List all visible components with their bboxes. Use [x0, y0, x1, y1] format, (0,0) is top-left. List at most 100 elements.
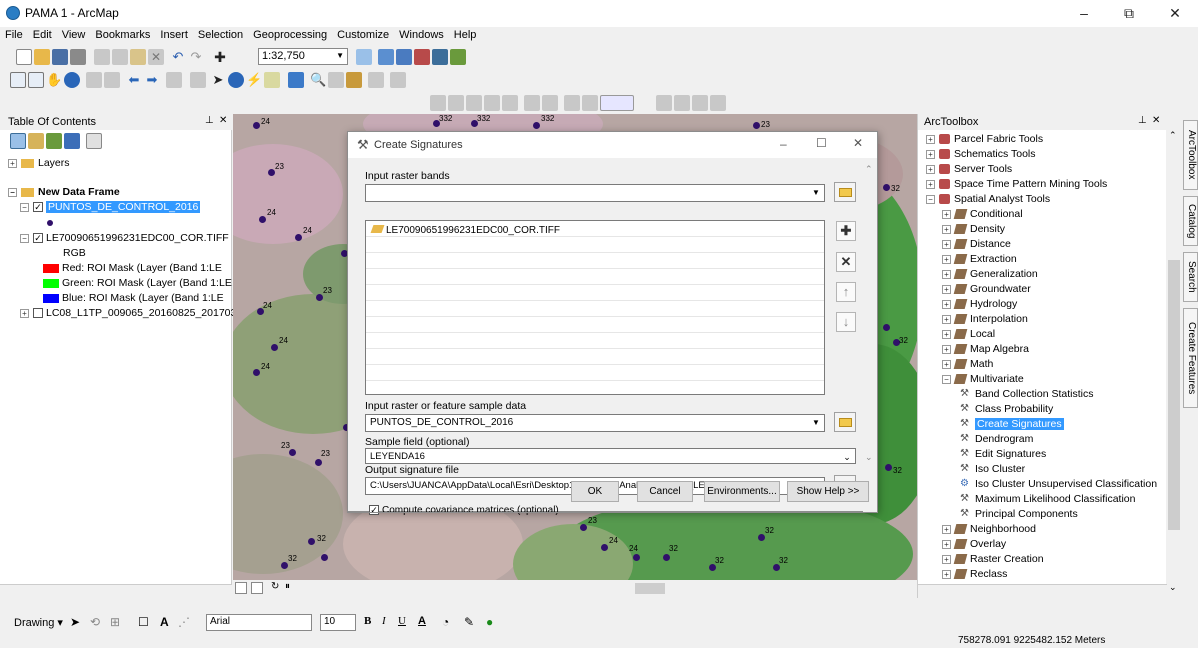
expand-icon[interactable]: +: [942, 314, 951, 324]
dialog-maximize-button[interactable]: ☐: [816, 136, 827, 150]
control-point[interactable]: [663, 554, 670, 561]
control-point[interactable]: [885, 464, 892, 471]
control-point[interactable]: [321, 554, 328, 561]
toolbox-item[interactable]: − Multivariate: [942, 372, 1024, 387]
scroll-up-icon[interactable]: ⌃: [865, 164, 873, 175]
fixed-zoom-out-icon[interactable]: [104, 72, 120, 88]
toc-layer-lc08[interactable]: + LC08_L1TP_009065_20160825_201703: [20, 305, 236, 321]
next-extent-icon[interactable]: [582, 95, 598, 111]
control-point[interactable]: [709, 564, 716, 571]
create-viewer-icon[interactable]: [390, 72, 406, 88]
layout-view-icon[interactable]: [251, 582, 263, 594]
previous-extent-icon[interactable]: [564, 95, 580, 111]
expand-icon[interactable]: +: [926, 149, 935, 159]
collapse-icon[interactable]: −: [20, 202, 29, 212]
add-item-button[interactable]: ✚: [836, 221, 856, 241]
python-icon[interactable]: [432, 49, 448, 65]
list-item[interactable]: [366, 333, 824, 349]
toolbox-scroll-thumb[interactable]: [1168, 260, 1180, 530]
expand-icon[interactable]: +: [942, 344, 951, 354]
zoom-whole-page-icon[interactable]: [484, 95, 500, 111]
full-extent-icon[interactable]: [64, 72, 80, 88]
toolbox-item[interactable]: ⚒ Dendrogram: [960, 432, 1033, 447]
environments-button[interactable]: Environments...: [704, 481, 780, 502]
print-icon[interactable]: [70, 49, 86, 65]
toolbox-horizontal-scrollbar[interactable]: [918, 584, 1168, 598]
covariance-checkbox[interactable]: ✓: [369, 505, 379, 516]
expand-icon[interactable]: +: [942, 284, 951, 294]
back-arrow-icon[interactable]: ⬅: [126, 72, 142, 88]
list-item[interactable]: [366, 349, 824, 365]
bold-icon[interactable]: B: [364, 615, 371, 627]
toolbox-item[interactable]: + Schematics Tools: [926, 147, 1036, 162]
table-icon[interactable]: [378, 49, 394, 65]
control-point[interactable]: [633, 554, 640, 561]
pin-icon[interactable]: ⊥: [205, 115, 214, 126]
raster-bands-list[interactable]: LE70090651996231EDC00_COR.TIFF: [365, 220, 825, 395]
menu-edit[interactable]: Edit: [28, 27, 57, 43]
toolbox-item[interactable]: + Reclass: [942, 567, 1007, 582]
tab-catalog[interactable]: Catalog: [1183, 196, 1198, 246]
toc-horizontal-scrollbar[interactable]: [0, 584, 232, 598]
expand-icon[interactable]: +: [8, 158, 17, 168]
tab-arctoolbox[interactable]: ArcToolbox: [1183, 120, 1198, 190]
menu-bookmarks[interactable]: Bookmarks: [90, 27, 155, 43]
marker-color-icon[interactable]: ●: [486, 615, 493, 629]
toolbox-item[interactable]: ⚒ Band Collection Statistics: [960, 387, 1093, 402]
control-point[interactable]: [315, 459, 322, 466]
toolbox-item[interactable]: + Hydrology: [942, 297, 1017, 312]
go-to-xy-icon[interactable]: [346, 72, 362, 88]
text-icon[interactable]: A: [160, 615, 169, 629]
zoom-100-icon[interactable]: [502, 95, 518, 111]
remove-item-button[interactable]: ✕: [836, 252, 856, 272]
move-up-button[interactable]: ↑: [836, 282, 856, 302]
map-scroll-thumb[interactable]: [635, 583, 665, 594]
expand-icon[interactable]: +: [942, 239, 951, 249]
list-item[interactable]: [366, 253, 824, 269]
expand-icon[interactable]: +: [926, 179, 935, 189]
toolbox-vertical-scrollbar[interactable]: ⌃ ⌄: [1167, 130, 1181, 598]
covariance-option[interactable]: ✓ Compute covariance matrices (optional): [369, 505, 559, 516]
menu-windows[interactable]: Windows: [394, 27, 449, 43]
zoom-selected-icon[interactable]: ⊞: [110, 615, 120, 629]
arctoolbox-icon[interactable]: [414, 49, 430, 65]
toolbox-item[interactable]: + Generalization: [942, 267, 1038, 282]
toc-close-icon[interactable]: ✕: [219, 115, 227, 126]
menu-file[interactable]: File: [0, 27, 28, 43]
expand-icon[interactable]: +: [942, 254, 951, 264]
new-document-icon[interactable]: [16, 49, 32, 65]
layout-zoom-in-icon[interactable]: [430, 95, 446, 111]
ok-button[interactable]: OK: [571, 481, 619, 502]
add-data-icon[interactable]: ✚: [212, 49, 228, 65]
toolbox-item[interactable]: + Conditional: [942, 207, 1023, 222]
expand-icon[interactable]: +: [942, 209, 951, 219]
font-size-combo[interactable]: 10: [320, 614, 356, 631]
sample-field-select[interactable]: LEYENDA16 ⌄: [365, 448, 856, 464]
toolbox-item[interactable]: + Server Tools: [926, 162, 1012, 177]
layout-pan-icon[interactable]: [466, 95, 482, 111]
menu-customize[interactable]: Customize: [332, 27, 394, 43]
rotate-icon[interactable]: ⟲: [90, 615, 100, 629]
expand-icon[interactable]: +: [942, 524, 951, 534]
expand-icon[interactable]: +: [942, 359, 951, 369]
fixed-zoom-out-layout-icon[interactable]: [542, 95, 558, 111]
toolbox-item[interactable]: + Neighborhood: [942, 522, 1036, 537]
list-by-source-icon[interactable]: [28, 133, 44, 149]
toolbox-item[interactable]: ⚒ Create Signatures: [960, 417, 1064, 432]
maximize-button[interactable]: ⧉: [1106, 0, 1152, 27]
focus-data-frame-icon[interactable]: [674, 95, 690, 111]
control-point[interactable]: [259, 216, 266, 223]
select-features-icon[interactable]: [166, 72, 182, 88]
toolbox-item[interactable]: + Extraction: [942, 252, 1017, 267]
undo-icon[interactable]: ↶: [170, 49, 186, 65]
control-point[interactable]: [308, 538, 315, 545]
drawing-menu[interactable]: Drawing ▾: [14, 616, 63, 629]
html-popup-icon[interactable]: [264, 72, 280, 88]
zoom-percent-combo[interactable]: [600, 95, 634, 111]
list-item[interactable]: [366, 269, 824, 285]
expand-icon[interactable]: +: [942, 269, 951, 279]
scroll-up-icon[interactable]: ⌃: [1169, 130, 1177, 141]
catalog-icon[interactable]: [396, 49, 412, 65]
toolbox-item[interactable]: ⚒ Principal Components: [960, 507, 1078, 522]
font-color-icon[interactable]: A: [418, 615, 426, 627]
